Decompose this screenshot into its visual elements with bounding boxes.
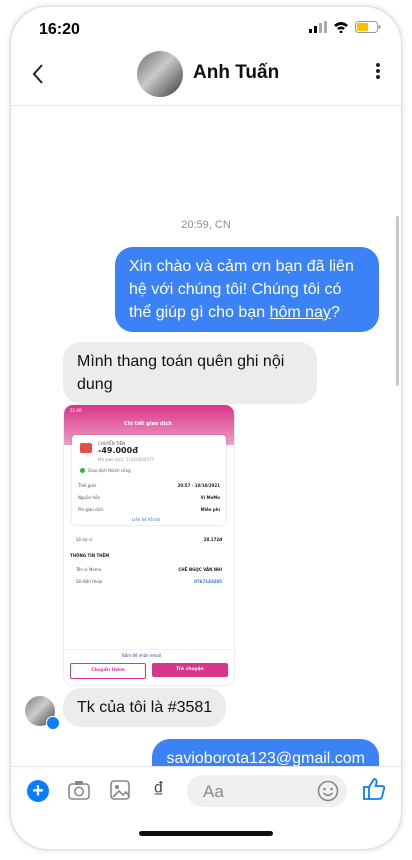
receipt-balance-label: Số dư ví bbox=[76, 537, 93, 542]
message-link[interactable]: hôm nay bbox=[270, 304, 331, 321]
receipt-row-value: Miễn phí bbox=[200, 507, 220, 512]
more-vertical-icon bbox=[376, 63, 380, 79]
back-button[interactable] bbox=[31, 61, 45, 92]
wifi-icon bbox=[334, 22, 348, 33]
receipt-transfer-button: Chuyển thêm bbox=[70, 663, 146, 679]
more-options-button[interactable] bbox=[375, 61, 381, 87]
receipt-success: Giao dịch thành công bbox=[88, 468, 131, 473]
receipt-image[interactable]: 21:00 Chi tiết giao dịch CHUYỂN TIỀN -49… bbox=[63, 404, 235, 686]
receipt-row-label: Phí giao dịch bbox=[78, 507, 104, 512]
receipt-card: CHUYỂN TIỀN -49.000đ Mã giao dịch: 11810… bbox=[72, 435, 226, 525]
thumbs-up-icon[interactable] bbox=[361, 776, 387, 802]
messenger-badge-icon bbox=[46, 716, 60, 730]
receipt-divider bbox=[64, 649, 234, 650]
timestamp-divider: 20:59, CN bbox=[181, 219, 231, 231]
message-input-placeholder: Aa bbox=[203, 782, 224, 801]
dong-symbol-icon[interactable]: ₫ bbox=[153, 777, 164, 803]
receipt-extra-value: CHẾ NGỌC VÂN NHI bbox=[178, 567, 222, 572]
receipt-email-note: Bấm để nhận email bbox=[122, 653, 161, 658]
chevron-left-icon bbox=[32, 64, 43, 84]
receipt-more-info: THÔNG TIN THÊM bbox=[70, 553, 110, 558]
transfer-icon bbox=[80, 443, 92, 453]
contact-name[interactable]: Anh Tuấn bbox=[193, 62, 279, 84]
contact-avatar[interactable] bbox=[137, 51, 183, 97]
receipt-support-link: Liên hệ hỗ trợ bbox=[132, 517, 160, 522]
receipt-extra-label: Số điện thoại bbox=[76, 579, 103, 584]
receipt-row-value: 20:57 - 10/10/2021 bbox=[177, 483, 220, 488]
gallery-icon[interactable] bbox=[109, 779, 131, 801]
receipt-row-value: Ví MoMo bbox=[200, 495, 220, 500]
scrollbar[interactable] bbox=[396, 216, 399, 386]
battery-icon bbox=[355, 21, 381, 33]
status-icons bbox=[309, 21, 381, 33]
receipt-amount: -49.000đ bbox=[98, 446, 138, 455]
plus-button[interactable]: + bbox=[27, 780, 49, 802]
signal-icon bbox=[309, 21, 327, 33]
receipt-balance-value: 28.172đ bbox=[203, 537, 222, 542]
home-indicator bbox=[139, 831, 273, 836]
phone-frame: 16:20 Anh Tuấn 20:59, CN Xin chào và cảm… bbox=[10, 6, 402, 850]
receipt-title: Chi tiết giao dịch bbox=[124, 421, 172, 427]
success-dot-icon bbox=[80, 468, 85, 473]
receipt-code: Mã giao dịch: 11810934577 bbox=[98, 457, 154, 462]
message-text-end: ? bbox=[330, 304, 340, 321]
receipt-status-time: 21:00 bbox=[70, 408, 82, 413]
message-list[interactable]: 20:59, CN Xin chào và cảm ơn bạn đã liên… bbox=[11, 106, 401, 784]
outgoing-message[interactable]: Xin chào và cảm ơn bạn đã liên hệ với ch… bbox=[115, 247, 379, 332]
receipt-extra-value: 0767143285 bbox=[194, 579, 222, 584]
camera-icon[interactable] bbox=[67, 779, 91, 801]
message-input[interactable]: Aa bbox=[187, 775, 347, 807]
incoming-message[interactable]: Mình thang toán quên ghi nội dung bbox=[63, 342, 317, 404]
receipt-row-label: Thời gian bbox=[78, 483, 97, 488]
receipt-chat-button: Trò chuyện bbox=[152, 663, 228, 677]
status-time: 16:20 bbox=[39, 21, 80, 38]
chat-header: Anh Tuấn bbox=[11, 47, 401, 106]
receipt-row-label: Nguồn tiền bbox=[78, 495, 100, 500]
message-composer: + ₫ Aa bbox=[11, 766, 401, 817]
incoming-message[interactable]: Tk của tôi là #3581 bbox=[63, 688, 227, 727]
status-bar: 16:20 bbox=[11, 7, 401, 47]
emoji-icon[interactable] bbox=[317, 780, 339, 802]
receipt-extra-label: Tên ví Momo bbox=[76, 567, 102, 572]
